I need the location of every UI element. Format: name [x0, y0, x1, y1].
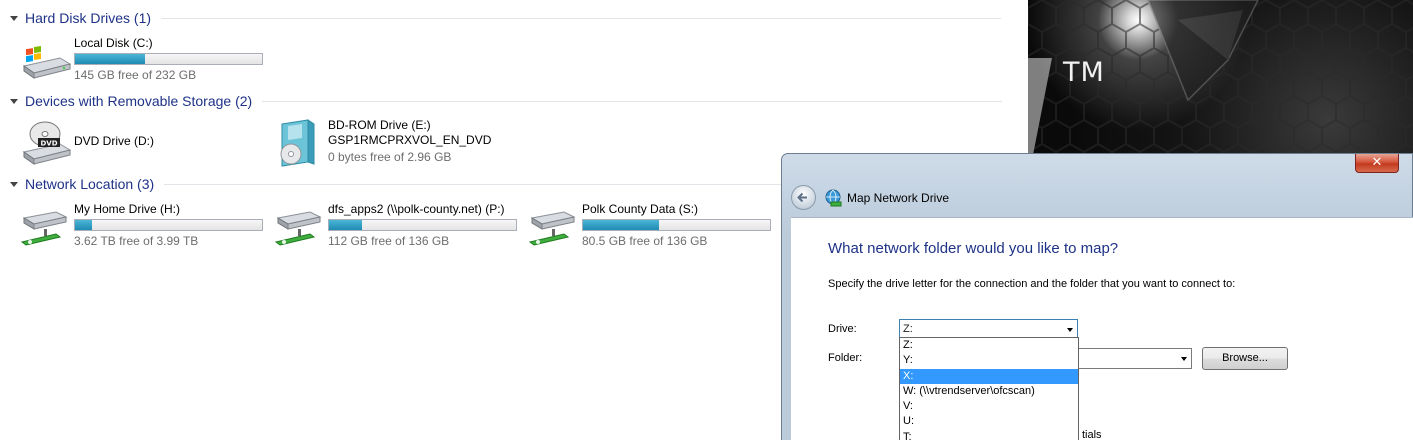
- drive-option-selected[interactable]: X:: [900, 368, 1078, 384]
- dialog-title: Map Network Drive: [847, 191, 950, 205]
- collapse-triangle-icon[interactable]: [10, 99, 18, 104]
- drive-item-dfs-apps2-p[interactable]: dfs_apps2 (\\polk-county.net) (P:) 112 G…: [274, 202, 524, 258]
- drive-usage-bar: [74, 219, 263, 231]
- map-network-drive-dialog: ✕ Map Network Drive What network folder …: [781, 153, 1413, 440]
- dialog-heading: What network folder would you like to ma…: [828, 240, 1119, 257]
- drive-name: Polk County Data (S:): [582, 202, 699, 216]
- back-button[interactable]: [791, 185, 816, 210]
- browse-button[interactable]: Browse...: [1202, 347, 1288, 370]
- dialog-content: What network folder would you like to ma…: [791, 217, 1413, 440]
- network-drive-icon: [274, 211, 322, 246]
- drive-name: BD-ROM Drive (E:): [328, 118, 431, 132]
- drive-label: Drive:: [828, 323, 857, 335]
- drive-name: dfs_apps2 (\\polk-county.net) (P:): [328, 202, 505, 216]
- drive-usage-bar: [328, 219, 517, 231]
- group-divider: [161, 17, 1002, 19]
- drive-item-my-home-h[interactable]: My Home Drive (H:) 3.62 TB free of 3.99 …: [20, 202, 270, 258]
- drive-dropdown-list: Z: Y: X: W: (\\vtrendserver\ofcscan) V: …: [899, 337, 1079, 440]
- reconnect-credentials-text: tials: [1082, 429, 1102, 440]
- group-title: Network Location (3): [25, 176, 155, 192]
- dialog-instruction: Specify the drive letter for the connect…: [828, 278, 1236, 290]
- svg-text:DVD: DVD: [40, 140, 57, 148]
- chevron-down-icon[interactable]: [1181, 357, 1187, 361]
- bd-rom-disc-icon: [280, 119, 315, 167]
- close-button[interactable]: ✕: [1355, 154, 1399, 173]
- group-title: Hard Disk Drives (1): [25, 10, 152, 26]
- drive-item-polk-county-data-s[interactable]: Polk County Data (S:) 80.5 GB free of 13…: [528, 202, 778, 258]
- back-arrow-icon: [797, 192, 807, 203]
- collapse-triangle-icon[interactable]: [10, 16, 18, 21]
- drive-item-bd-rom-e[interactable]: BD-ROM Drive (E:) GSP1RMCPRXVOL_EN_DVD 0…: [274, 118, 524, 174]
- drive-option[interactable]: U:: [900, 414, 1078, 429]
- folder-label: Folder:: [828, 352, 863, 364]
- drive-free-space: 80.5 GB free of 136 GB: [582, 234, 708, 248]
- windows-hard-disk-icon: [22, 46, 72, 79]
- drive-usage-fill: [75, 54, 146, 64]
- drive-free-space: 145 GB free of 232 GB: [74, 68, 197, 82]
- drive-option[interactable]: V:: [900, 399, 1078, 414]
- group-title: Devices with Removable Storage (2): [25, 93, 253, 109]
- drive-name: My Home Drive (H:): [74, 202, 181, 216]
- drive-option[interactable]: Y:: [900, 353, 1078, 368]
- drive-option[interactable]: Z:: [900, 338, 1078, 353]
- drive-name: DVD Drive (D:): [74, 134, 154, 148]
- drive-usage-fill: [583, 220, 660, 230]
- drive-combobox-value: Z:: [903, 323, 913, 335]
- drive-usage-fill: [329, 220, 362, 230]
- drive-name: Local Disk (C:): [74, 36, 153, 50]
- chevron-down-icon[interactable]: [1067, 328, 1073, 332]
- dvd-drive-icon: DVD: [22, 121, 72, 165]
- drive-free-space: 112 GB free of 136 GB: [328, 234, 450, 248]
- trademark-mark: TM: [1063, 57, 1105, 88]
- collapse-triangle-icon[interactable]: [10, 182, 18, 187]
- drive-item-dvd-d[interactable]: DVD DVD Drive (D:): [20, 120, 270, 176]
- network-drive-icon: [825, 189, 842, 207]
- drive-usage-fill: [75, 220, 93, 230]
- network-drive-icon: [20, 211, 68, 246]
- group-header-hard-disk-drives[interactable]: Hard Disk Drives (1): [10, 8, 1002, 28]
- drive-item-local-disk-c[interactable]: Local Disk (C:) 145 GB free of 232 GB: [20, 36, 270, 92]
- drive-option[interactable]: T:: [900, 430, 1078, 440]
- drive-usage-bar: [582, 219, 771, 231]
- drive-free-space: 3.62 TB free of 3.99 TB: [74, 234, 199, 248]
- drive-option[interactable]: W: (\\vtrendserver\ofcscan): [900, 384, 1078, 399]
- group-divider: [262, 100, 1003, 102]
- volume-label: GSP1RMCPRXVOL_EN_DVD: [328, 133, 492, 147]
- drive-usage-bar: [74, 53, 263, 65]
- drive-free-space: 0 bytes free of 2.96 GB: [328, 150, 452, 164]
- network-drive-icon: [528, 211, 576, 246]
- group-header-removable-storage[interactable]: Devices with Removable Storage (2): [10, 91, 1003, 111]
